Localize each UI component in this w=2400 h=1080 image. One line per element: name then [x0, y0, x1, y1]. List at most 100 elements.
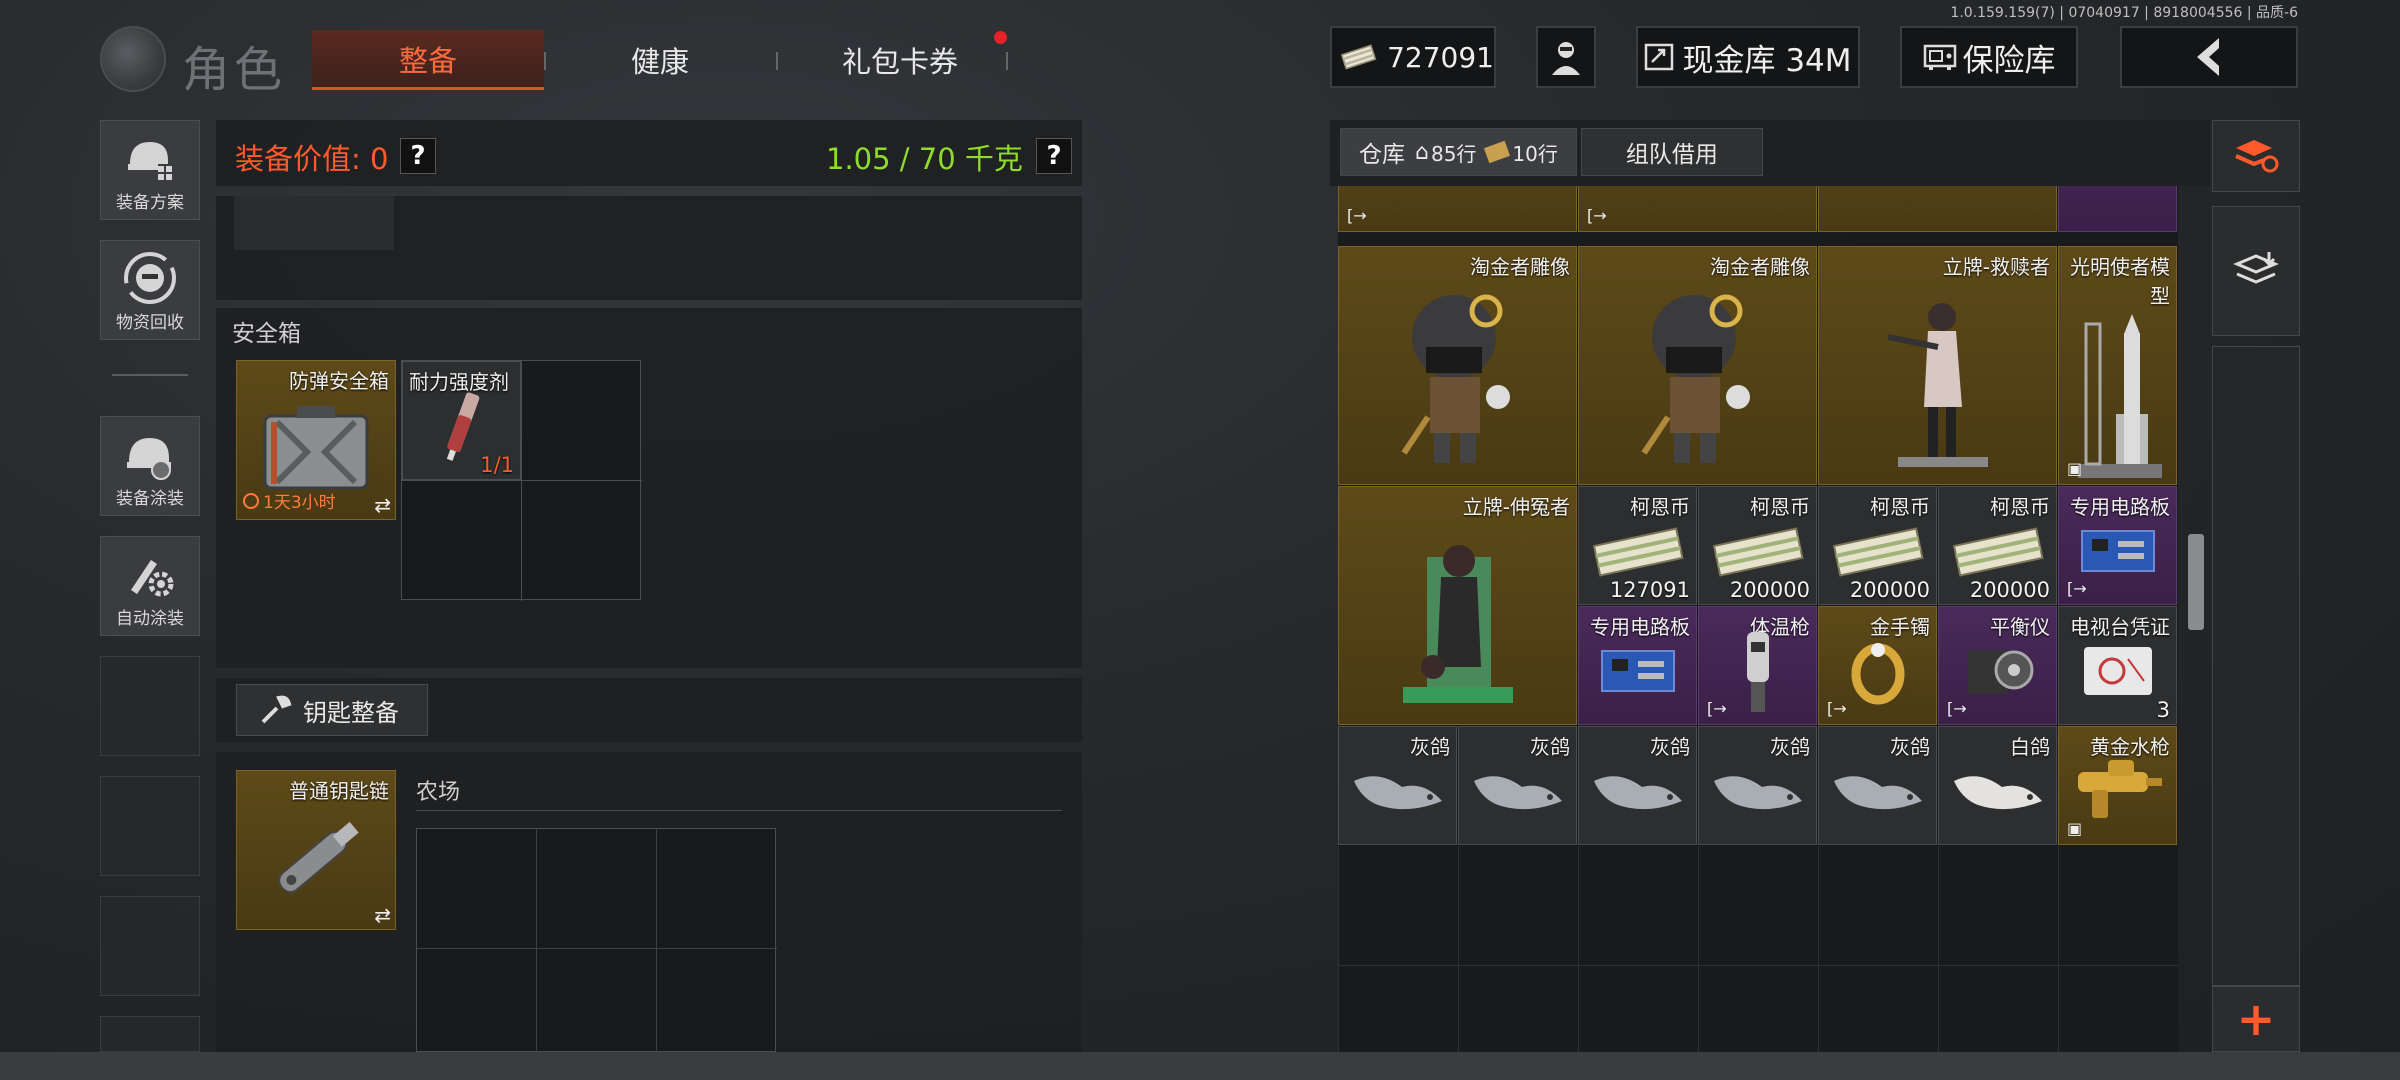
gyroscope-icon [1967, 650, 2033, 695]
key-chain-slot[interactable]: 普通钥匙链 ⇄ [236, 770, 396, 930]
extract-icon: [→ [1587, 206, 1607, 225]
currency-display: 727091 [1330, 26, 1496, 88]
tab-loadout[interactable]: 整备 [312, 30, 544, 90]
item-name: 电视台凭证 [2070, 615, 2170, 639]
key-loadout-button[interactable]: 钥匙整备 [236, 684, 428, 736]
item-name: 防弹安全箱 [289, 369, 389, 393]
clock-icon [243, 492, 259, 509]
add-button[interactable]: + [2212, 986, 2300, 1052]
equipment-slot[interactable] [234, 196, 394, 250]
cash-stack-icon [1952, 527, 2044, 577]
sort-button[interactable] [2212, 120, 2300, 192]
globe-logo-icon [100, 26, 166, 92]
sidebar-item-loadout-skin[interactable]: 装备涂装 [100, 416, 200, 516]
thermometer-gun-icon [1746, 632, 1769, 713]
extract-icon: [→ [1347, 206, 1367, 225]
circuit-board-icon [1600, 650, 1675, 693]
grid-line [536, 829, 537, 1053]
warehouse-item[interactable]: 灰鸽 [1818, 726, 1937, 845]
stash-layers-button[interactable] [2212, 206, 2300, 336]
warehouse-item[interactable]: 黄金水枪 ▣ [2058, 726, 2177, 845]
item-name: 立牌-救赎者 [1942, 255, 2050, 279]
item-count: 1/1 [480, 453, 514, 477]
loadout-value: 装备价值: 0 [235, 142, 389, 176]
item-name: 淘金者雕像 [1710, 255, 1810, 279]
tab-gift-coupons[interactable]: 礼包卡券 [800, 30, 1000, 90]
warehouse-scrollbar[interactable] [2188, 534, 2204, 630]
gold-bracelet-icon [1851, 643, 1904, 705]
safe-item-slot[interactable]: 耐力强度剂 1/1 [402, 361, 521, 480]
sidebar-item-loadout-preset[interactable]: 装备方案 [100, 120, 200, 220]
warehouse-item[interactable]: 光明使者模型 ▣ [2058, 246, 2177, 485]
home-rows: 85行 [1430, 141, 1477, 166]
warehouse-item[interactable]: 白鸽 [1938, 726, 2057, 845]
insurance-vault-button[interactable]: 保险库 [1900, 26, 2078, 88]
sidebar-item-label: 自动涂装 [116, 609, 184, 629]
grey-pigeon-icon [1833, 776, 1922, 810]
item-count: 200000 [1969, 578, 2050, 602]
warehouse-item[interactable]: 平衡仪 [→ [1938, 606, 2057, 725]
warehouse-item[interactable]: 柯恩币 200000 [1818, 486, 1937, 605]
warehouse-item[interactable]: 灰鸽 [1338, 726, 1457, 845]
warehouse-item[interactable]: 柯恩币 200000 [1698, 486, 1817, 605]
box-icon: ▣ [2067, 819, 2083, 838]
warehouse-tabs: 仓库 ⌂ 85行 10行 组队借用 [1340, 128, 1767, 180]
tab-team-borrow[interactable]: 组队借用 [1580, 128, 1763, 176]
agent-profile-button[interactable] [1536, 26, 1596, 88]
sidebar-item-recycle[interactable]: 物资回收 [100, 240, 200, 340]
chevron-left-icon [2197, 38, 2219, 76]
warehouse-item[interactable]: 立牌-伸冤者 [1338, 486, 1577, 725]
sidebar-item-auto-skin[interactable]: 自动涂装 [100, 536, 200, 636]
weight-help-button[interactable]: ? [1036, 138, 1072, 174]
warehouse-item-partial[interactable]: [→ [1578, 186, 1817, 232]
warehouse-item-partial[interactable] [2058, 186, 2177, 232]
tab-health[interactable]: 健康 [580, 30, 740, 90]
key-chain-icon [278, 821, 359, 893]
cash-stack-icon [1712, 527, 1804, 577]
item-name: 柯恩币 [1990, 495, 2050, 519]
warehouse-item[interactable]: 体温枪 [→ [1698, 606, 1817, 725]
cash-stack-icon [1832, 527, 1924, 577]
warehouse-item[interactable]: 淘金者雕像 [1338, 246, 1577, 485]
warehouse-item[interactable]: 专用电路板 [1578, 606, 1697, 725]
warehouse-item[interactable]: 灰鸽 [1578, 726, 1697, 845]
item-name: 立牌-伸冤者 [1462, 495, 1570, 519]
warehouse-item[interactable]: 淘金者雕像 [1578, 246, 1817, 485]
warehouse-item[interactable]: 专用电路板 [→ [2058, 486, 2177, 605]
map-label: 农场 [416, 780, 461, 805]
box-icon: ▣ [2067, 459, 2083, 478]
warehouse-item[interactable]: 柯恩币 200000 [1938, 486, 2057, 605]
item-count: 200000 [1849, 578, 1930, 602]
page-title: 角色 [182, 42, 287, 98]
warehouse-item[interactable]: 灰鸽 [1698, 726, 1817, 845]
syringe-icon [446, 392, 479, 462]
warehouse-item[interactable]: 金手镯 [→ [1818, 606, 1937, 725]
warehouse-item-partial[interactable] [1818, 186, 2057, 232]
swap-icon[interactable]: ⇄ [374, 493, 391, 517]
vault-icon [1645, 43, 1674, 71]
back-button[interactable] [2120, 26, 2298, 88]
grid-line [521, 361, 522, 601]
warehouse-item[interactable]: 电视台凭证 3 [2058, 606, 2177, 725]
insurance-vault-label: 保险库 [1962, 42, 2056, 79]
map-divider [416, 810, 1062, 811]
warehouse-item[interactable]: 柯恩币 127091 [1578, 486, 1697, 605]
item-name: 灰鸽 [1530, 735, 1570, 759]
swap-icon[interactable]: ⇄ [374, 903, 391, 927]
prospector-statue-icon [1401, 294, 1510, 464]
safe-box-grid: 耐力强度剂 1/1 [401, 360, 642, 601]
warehouse-item[interactable]: 立牌-救赎者 [1818, 246, 2057, 485]
tab-warehouse[interactable]: 仓库 ⌂ 85行 10行 [1340, 128, 1577, 176]
safe-container-slot[interactable]: 防弹安全箱 1天3小时 ⇄ [236, 360, 396, 520]
item-name: 柯恩币 [1630, 495, 1690, 519]
item-count: 3 [2156, 698, 2170, 722]
helmet-paint-icon [127, 438, 171, 480]
cash-vault-button[interactable]: 现金库 34M [1636, 26, 1860, 88]
currency-amount: 727091 [1387, 40, 1494, 74]
warehouse-item-partial[interactable]: [→ [1338, 186, 1577, 232]
sidebar-divider [112, 374, 188, 376]
value-help-button[interactable]: ? [400, 138, 436, 174]
extract-icon: [→ [1707, 699, 1727, 718]
warehouse-item[interactable]: 灰鸽 [1458, 726, 1577, 845]
container-timer: 1天3小时 [243, 488, 336, 513]
